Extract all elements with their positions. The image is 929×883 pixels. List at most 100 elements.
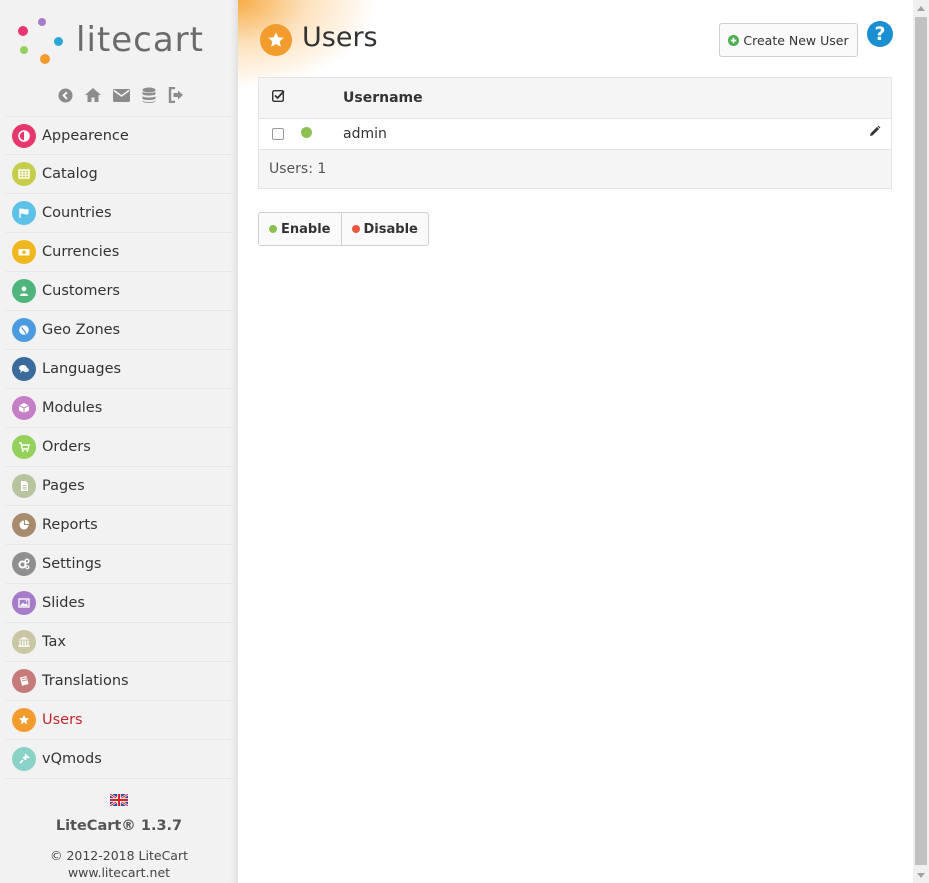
cogs-icon — [12, 552, 36, 576]
shortcut-bar — [56, 86, 186, 106]
sidebar-menu: Appearence Catalog Countries Currencies Cust… — [6, 116, 234, 779]
copyright: © 2012-2018 LiteCart www.litecart.net — [0, 847, 238, 881]
sidebar-item-catalog[interactable]: Catalog — [6, 155, 234, 194]
users-count: Users: 1 — [269, 160, 327, 177]
sidebar-item-customers[interactable]: Customers — [6, 272, 234, 311]
sidebar-item-label: Customers — [42, 283, 120, 299]
sidebar-item-pages[interactable]: Pages — [6, 467, 234, 506]
sidebar-item-label: Pages — [42, 478, 85, 494]
book-icon — [12, 669, 36, 693]
logo-wordmark: litecart — [76, 20, 204, 60]
bank-icon — [12, 630, 36, 654]
enable-status-dot — [269, 225, 277, 233]
table-header-row: Username — [259, 78, 891, 118]
logo-dot — [40, 54, 50, 64]
sidebar-item-orders[interactable]: Orders — [6, 428, 234, 467]
help-icon-glyph: ? — [874, 23, 886, 45]
enable-button[interactable]: Enable — [259, 213, 341, 245]
litecart-logo[interactable]: litecart — [14, 16, 224, 68]
sidebar-item-slides[interactable]: Slides — [6, 584, 234, 623]
page-title: Users — [302, 22, 378, 53]
disable-status-dot — [351, 225, 360, 233]
username-header[interactable]: Username — [342, 78, 851, 118]
website-link[interactable]: www.litecart.net — [0, 864, 238, 881]
logo-dot — [20, 46, 28, 54]
user-icon — [12, 279, 36, 303]
pencil-icon[interactable] — [868, 125, 881, 138]
table-footer-row: Users: 1 — [259, 149, 891, 188]
back-icon[interactable] — [56, 86, 74, 104]
sidebar-item-vqmods[interactable]: vQmods — [6, 740, 234, 779]
sidebar-item-languages[interactable]: Languages — [6, 350, 234, 389]
document-icon — [12, 474, 36, 498]
logo-dot — [38, 18, 46, 26]
sidebar-item-label: Settings — [42, 556, 102, 572]
disable-label: Disable — [363, 221, 418, 237]
sidebar-item-reports[interactable]: Reports — [6, 506, 234, 545]
sidebar-item-currencies[interactable]: Currencies — [6, 233, 234, 272]
create-new-user-label: Create New User — [743, 32, 849, 48]
sidebar-item-translations[interactable]: Translations — [6, 662, 234, 701]
plus-circle-icon — [728, 34, 740, 46]
sidebar: litecart Appearence Catalog Countries Curre… — [0, 0, 238, 883]
bulk-action-group: Enable Disable — [258, 212, 429, 246]
platform-version: LiteCart® 1.3.7 — [55, 818, 183, 834]
username-cell[interactable]: admin — [342, 118, 851, 149]
contrast-icon — [12, 123, 36, 148]
actions-header — [851, 78, 891, 118]
logo-dot — [54, 37, 63, 46]
status-header — [300, 78, 342, 118]
sidebar-item-label: Modules — [42, 400, 103, 416]
enable-label: Enable — [281, 221, 331, 237]
logo-dot — [18, 26, 28, 36]
money-icon — [12, 240, 36, 264]
help-icon[interactable]: ? — [867, 21, 893, 47]
database-icon[interactable] — [140, 86, 158, 104]
sidebar-item-label: Users — [42, 712, 83, 728]
sidebar-item-geo-zones[interactable]: Geo Zones — [6, 311, 234, 350]
table-row[interactable]: admin — [259, 118, 891, 149]
sidebar-item-modules[interactable]: Modules — [6, 389, 234, 428]
star-icon — [260, 24, 292, 56]
copyright-text: © 2012-2018 LiteCart — [49, 848, 189, 863]
sidebar-item-label: vQmods — [42, 751, 102, 767]
row-checkbox[interactable] — [272, 127, 284, 140]
table-body: admin — [259, 118, 891, 149]
globe-icon — [12, 318, 36, 342]
scrollbar-thumb[interactable] — [915, 17, 927, 865]
users-table: Username admin Users: 1 — [258, 77, 892, 189]
sidebar-item-countries[interactable]: Countries — [6, 194, 234, 233]
uk-flag-icon[interactable] — [109, 791, 129, 807]
sidebar-item-label: Appearence — [42, 127, 129, 144]
sign-out-icon[interactable] — [168, 86, 186, 104]
sidebar-item-users[interactable]: Users — [6, 701, 234, 740]
sidebar-item-label: Countries — [42, 205, 112, 221]
sidebar-item-label: Geo Zones — [42, 322, 121, 338]
scroll-down-arrow[interactable] — [913, 867, 929, 883]
status-cell — [300, 118, 342, 149]
sidebar-item-appearence[interactable]: Appearence — [6, 116, 234, 155]
sidebar-item-label: Translations — [42, 673, 129, 689]
select-all-header[interactable] — [259, 78, 300, 118]
disable-button[interactable]: Disable — [340, 213, 428, 245]
row-select-cell — [259, 118, 300, 149]
sidebar-item-tax[interactable]: Tax — [6, 623, 234, 662]
edit-cell — [851, 118, 891, 149]
cube-icon — [12, 396, 36, 420]
sidebar-item-settings[interactable]: Settings — [6, 545, 234, 584]
cart-icon — [12, 435, 36, 459]
sidebar-item-label: Tax — [42, 634, 66, 650]
sidebar-item-label: Catalog — [42, 166, 98, 182]
mail-icon[interactable] — [112, 86, 130, 104]
create-new-user-button[interactable]: Create New User — [719, 23, 858, 57]
scroll-up-arrow[interactable] — [913, 0, 929, 16]
check-square-icon[interactable] — [271, 89, 285, 103]
sidebar-item-label: Languages — [42, 361, 122, 377]
pie-chart-icon — [12, 513, 36, 537]
grid-icon — [12, 162, 36, 186]
vertical-scrollbar[interactable] — [913, 0, 929, 883]
home-icon[interactable] — [84, 86, 102, 104]
sidebar-item-label: Orders — [42, 439, 91, 455]
image-icon — [12, 591, 36, 615]
flag-icon — [12, 201, 36, 225]
